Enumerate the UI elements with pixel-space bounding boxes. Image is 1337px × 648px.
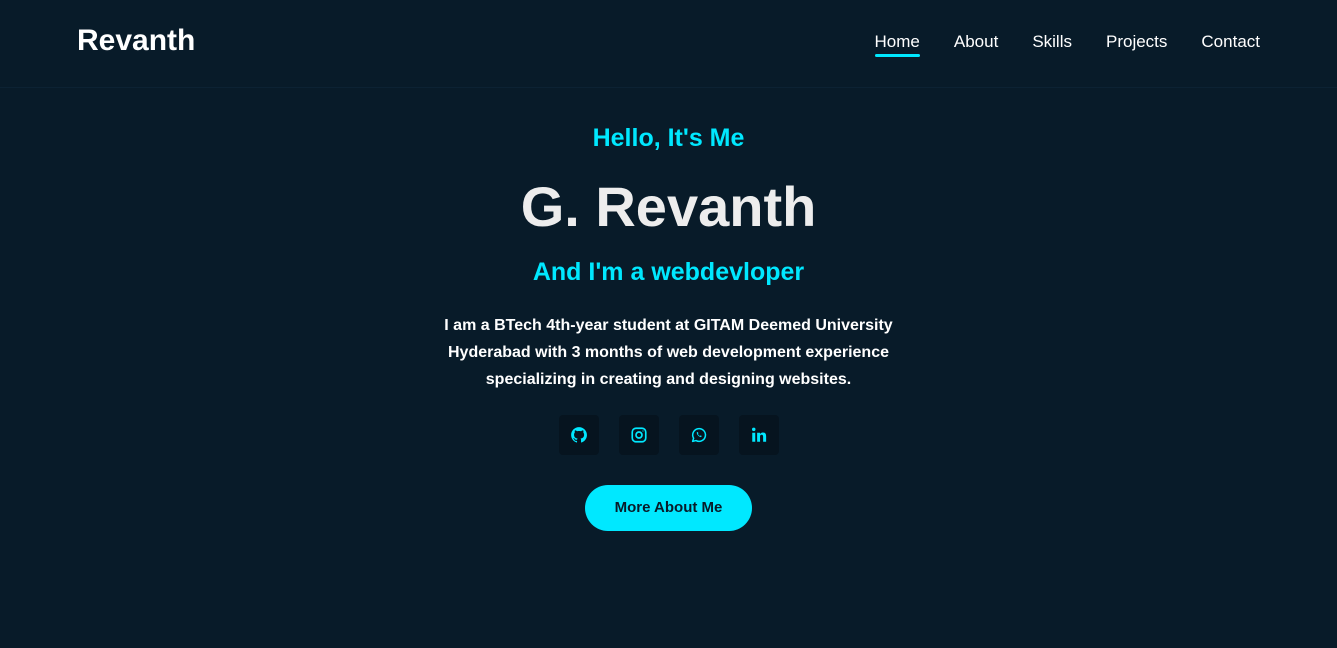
nav-about[interactable]: About (954, 32, 998, 52)
instagram-icon (630, 427, 647, 443)
hero-role: And I'm a webdevloper (532, 258, 805, 286)
social-links (0, 415, 1337, 455)
linkedin-icon (751, 427, 766, 442)
main-nav: Home About Skills Projects Contact (874, 32, 1260, 57)
hero-name: G. Revanth (520, 175, 817, 238)
site-logo[interactable]: Revanth (77, 24, 195, 58)
site-header: Revanth Home About Skills Projects Conta… (0, 0, 1337, 88)
whatsapp-icon (691, 427, 706, 443)
github-link[interactable] (558, 415, 599, 455)
github-icon (570, 427, 587, 443)
nav-skills[interactable]: Skills (1032, 32, 1072, 52)
nav-contact[interactable]: Contact (1201, 32, 1260, 52)
instagram-link[interactable] (618, 415, 659, 455)
whatsapp-link[interactable] (678, 415, 719, 455)
linkedin-link[interactable] (738, 415, 779, 455)
nav-projects[interactable]: Projects (1106, 32, 1167, 52)
hero-greeting: Hello, It's Me (592, 124, 745, 152)
nav-home[interactable]: Home (874, 32, 921, 57)
hero-description: I am a BTech 4th-year student at GITAM D… (444, 317, 893, 388)
more-about-me-button[interactable]: More About Me (585, 485, 752, 531)
hero-section: Hello, It's Me G. Revanth And I'm a webd… (0, 88, 1337, 531)
